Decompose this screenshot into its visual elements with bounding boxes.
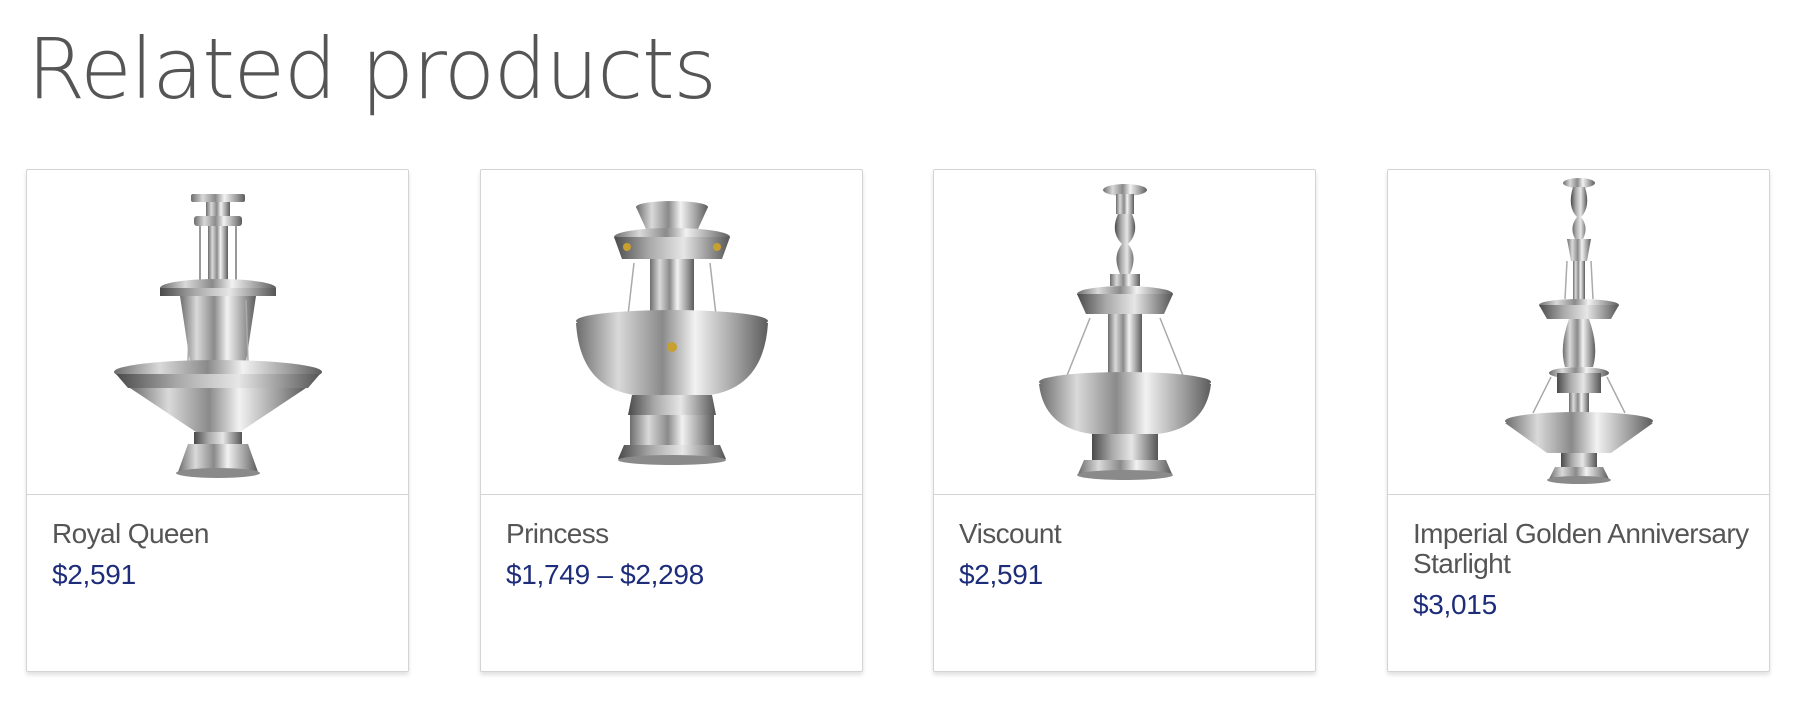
product-image[interactable] <box>481 170 862 495</box>
product-name[interactable]: Viscount <box>959 519 1295 549</box>
product-image[interactable] <box>934 170 1315 495</box>
product-image[interactable] <box>27 170 408 495</box>
product-image[interactable] <box>1388 170 1769 495</box>
fountain-icon <box>575 201 768 465</box>
product-info: Royal Queen $2,591 <box>52 519 388 591</box>
product-price: $2,591 <box>959 559 1043 590</box>
product-price: $1,749 – $2,298 <box>506 559 704 590</box>
fountain-icon <box>1038 184 1211 480</box>
product-card[interactable]: Viscount $2,591 <box>933 169 1316 672</box>
fountain-icon <box>1504 178 1653 484</box>
product-card[interactable]: Royal Queen $2,591 <box>26 169 409 672</box>
product-card[interactable]: Princess $1,749 – $2,298 <box>480 169 863 672</box>
product-info: Imperial Golden Anniversary Starlight $3… <box>1413 519 1749 621</box>
product-info: Viscount $2,591 <box>959 519 1295 591</box>
product-name[interactable]: Princess <box>506 519 842 549</box>
fountain-icon <box>113 194 322 478</box>
related-products-grid: Royal Queen $2,591 Princess $1,749 – $2,… <box>26 169 1770 674</box>
product-info: Princess $1,749 – $2,298 <box>506 519 842 591</box>
section-title: Related products <box>27 20 717 118</box>
product-card[interactable]: Imperial Golden Anniversary Starlight $3… <box>1387 169 1770 672</box>
product-price: $3,015 <box>1413 589 1497 620</box>
product-price: $2,591 <box>52 559 136 590</box>
product-name[interactable]: Imperial Golden Anniversary Starlight <box>1413 519 1749 579</box>
product-name[interactable]: Royal Queen <box>52 519 388 549</box>
